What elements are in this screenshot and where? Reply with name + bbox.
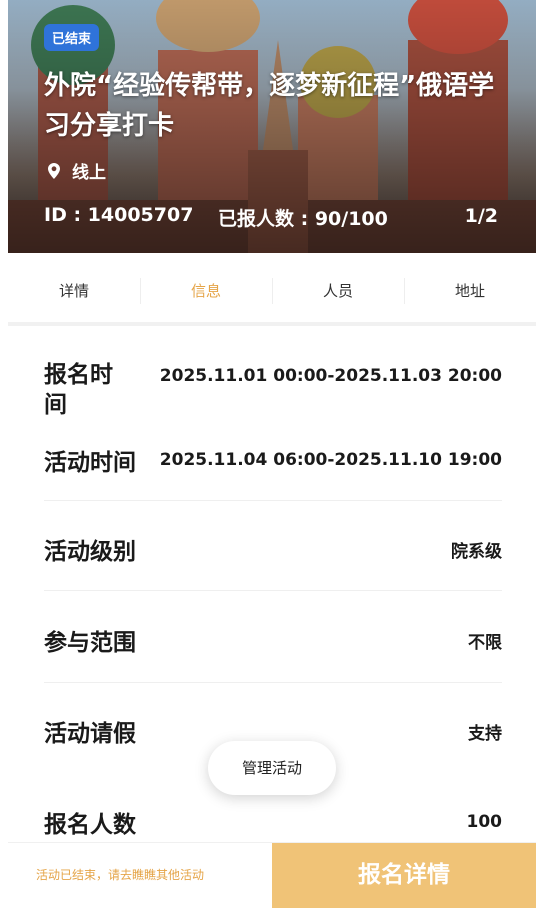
divider <box>44 590 502 591</box>
location-pin-icon <box>48 162 60 179</box>
tab-bar: 详情 信息 人员 地址 <box>8 260 536 326</box>
info-row-count: 报名人数 100 <box>44 805 502 839</box>
info-value: 院系级 <box>451 541 502 562</box>
info-row-scope: 参与范围 不限 <box>44 623 502 657</box>
info-value: 2025.11.04 06:00-2025.11.10 19:00 <box>159 450 502 470</box>
signed-count: 已报人数 : 90/100 <box>218 208 388 230</box>
ended-tip[interactable]: 活动已结束，请去瞧瞧其他活动 <box>8 843 272 908</box>
info-label: 报名时间 <box>44 362 113 418</box>
location-text: 线上 <box>72 163 106 183</box>
info-row-activity-time: 活动时间 2025.11.04 06:00-2025.11.10 19:00 <box>44 443 502 477</box>
info-label: 活动请假 <box>44 721 136 747</box>
activity-id: ID : 14005707 <box>44 204 194 226</box>
info-row-level: 活动级别 院系级 <box>44 532 502 566</box>
activity-title: 外院“经验传帮带，逐梦新征程”俄语学习分享打卡 <box>44 71 495 141</box>
image-pager: 1/2 <box>464 205 498 227</box>
info-label: 活动时间 <box>44 450 136 476</box>
location: 线上 <box>48 158 106 183</box>
info-label: 活动级别 <box>44 539 136 565</box>
info-label: 参与范围 <box>44 630 136 656</box>
tab-details[interactable]: 详情 <box>8 260 140 322</box>
info-value: 2025.11.01 00:00-2025.11.03 20:00 <box>159 366 502 386</box>
divider <box>44 682 502 683</box>
info-label: 报名人数 <box>44 812 136 838</box>
info-value: 支持 <box>468 723 502 744</box>
tab-info[interactable]: 信息 <box>140 260 272 322</box>
hero-banner[interactable]: 已结束 外院“经验传帮带，逐梦新征程”俄语学习分享打卡 线上 ID : 1400… <box>8 0 536 253</box>
tab-address[interactable]: 地址 <box>404 260 536 322</box>
info-row-signup-time: 报名时间 2025.11.01 00:00-2025.11.03 20:00 <box>44 360 502 420</box>
bottom-bar: 活动已结束，请去瞧瞧其他活动 报名详情 <box>8 842 536 908</box>
status-badge: 已结束 <box>44 24 100 51</box>
info-value: 不限 <box>468 632 502 653</box>
manage-activity-button[interactable]: 管理活动 <box>208 741 336 795</box>
signup-details-button[interactable]: 报名详情 <box>272 843 536 908</box>
tab-people[interactable]: 人员 <box>272 260 404 322</box>
divider <box>44 500 502 501</box>
info-value: 100 <box>466 812 503 832</box>
